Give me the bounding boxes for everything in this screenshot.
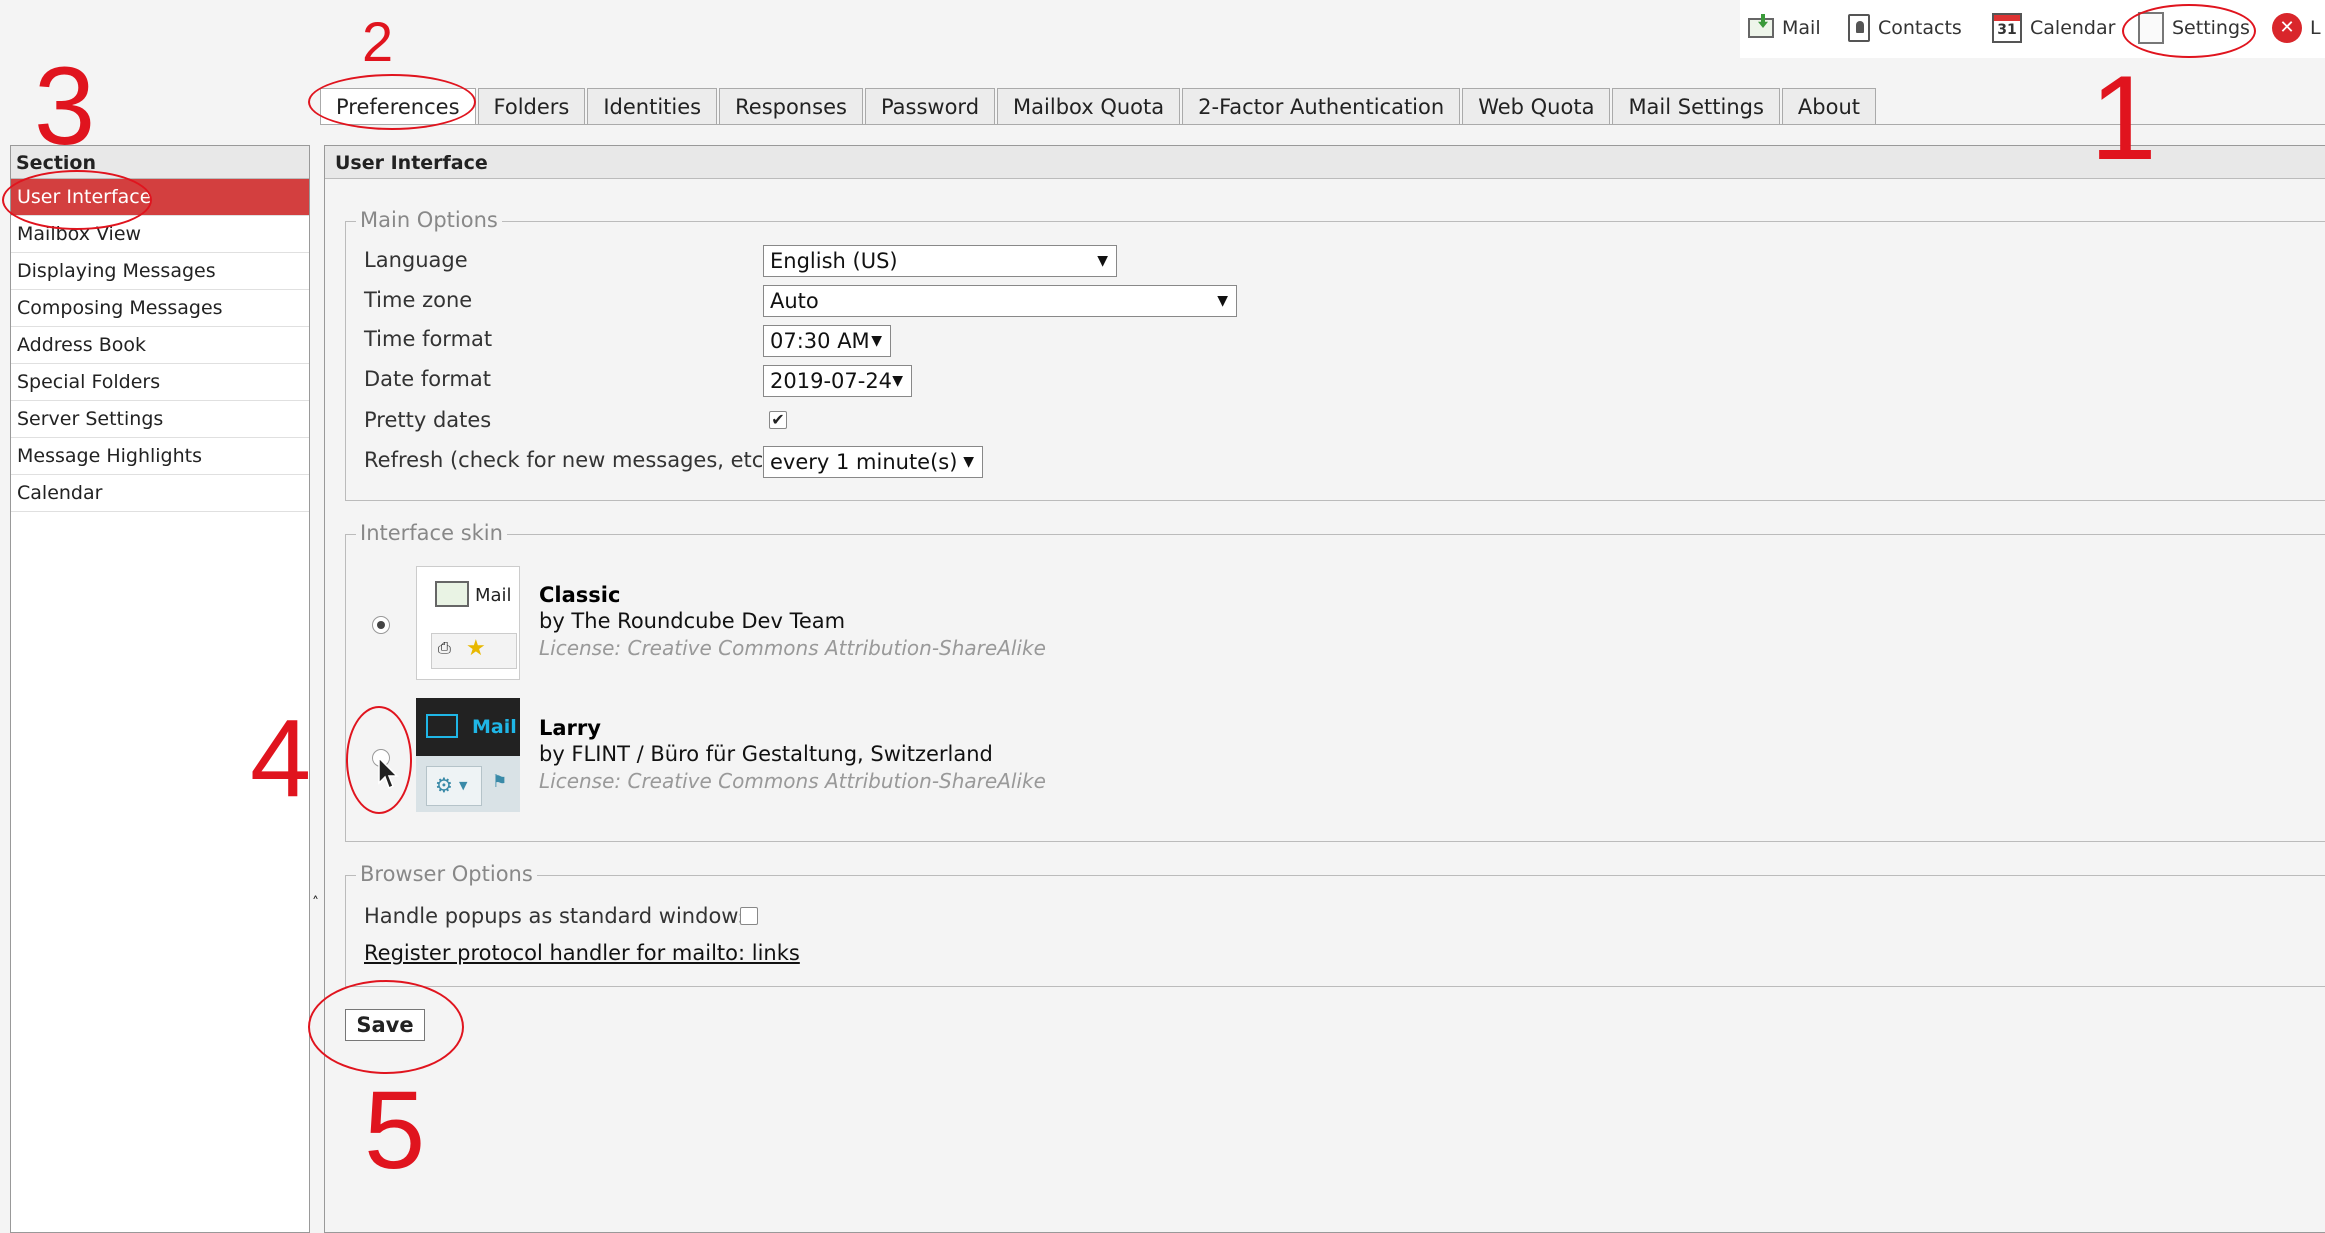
section-item-server-settings[interactable]: Server Settings: [11, 401, 309, 438]
main-options-legend: Main Options: [356, 208, 502, 232]
tab-mailbox-quota[interactable]: Mailbox Quota: [997, 88, 1181, 124]
skin-larry-author: by FLINT / Büro für Gestaltung, Switzerl…: [539, 742, 993, 766]
annotation-number-1: 1: [2090, 51, 2157, 185]
classic-thumb-mail-label: Mail: [475, 585, 512, 606]
annotation-number-4: 4: [250, 697, 312, 820]
skin-classic-author: by The Roundcube Dev Team: [539, 609, 846, 633]
refresh-label: Refresh (check for new messages, etc.): [364, 448, 779, 472]
contacts-icon: [1848, 14, 1870, 42]
mail-icon: [1748, 18, 1774, 38]
chevron-down-icon: ▼: [1217, 293, 1228, 309]
time-format-value: 07:30 AM: [770, 329, 870, 353]
interface-skin-legend: Interface skin: [356, 521, 507, 545]
time-format-label: Time format: [364, 327, 493, 351]
refresh-value: every 1 minute(s): [770, 450, 958, 474]
popups-checkbox[interactable]: [740, 907, 758, 925]
date-format-select[interactable]: 2019-07-24 ▼: [763, 365, 912, 397]
flag-icon: ⚑: [492, 772, 508, 792]
section-panel: Section User Interface Mailbox View Disp…: [10, 145, 310, 1233]
settings-tabs: Preferences Folders Identities Responses…: [320, 88, 1878, 126]
classic-skin-thumbnail: Mail ⎙ ★: [416, 566, 520, 680]
skin-classic-license: License: Creative Commons Attribution-Sh…: [539, 636, 1046, 660]
popups-label: Handle popups as standard windows: [364, 904, 750, 928]
annotation-ellipse-save: [308, 980, 464, 1074]
logout-icon: ✕: [2272, 13, 2302, 43]
language-value: English (US): [770, 249, 898, 273]
larry-thumb-mail-label: Mail: [472, 716, 517, 738]
annotation-number-5: 5: [364, 1069, 426, 1192]
taskbar-contacts-button[interactable]: Contacts: [1848, 10, 1962, 46]
classic-thumb-toolbar: ⎙ ★: [431, 633, 517, 669]
annotation-number-3: 3: [34, 45, 96, 168]
refresh-select[interactable]: every 1 minute(s) ▼: [763, 446, 983, 478]
language-label: Language: [364, 248, 468, 272]
tab-2fa[interactable]: 2-Factor Authentication: [1182, 88, 1461, 124]
mail-icon: [435, 581, 469, 607]
browser-options-legend: Browser Options: [356, 862, 537, 886]
preferences-header: User Interface: [325, 146, 2325, 179]
annotation-ellipse-preferences: [308, 74, 476, 130]
section-item-displaying-messages[interactable]: Displaying Messages: [11, 253, 309, 290]
tab-web-quota[interactable]: Web Quota: [1462, 88, 1611, 124]
section-item-address-book[interactable]: Address Book: [11, 327, 309, 364]
larry-thumb-button: ⚙ ▼: [426, 766, 482, 806]
section-item-composing-messages[interactable]: Composing Messages: [11, 290, 309, 327]
date-format-label: Date format: [364, 367, 491, 391]
pretty-dates-label: Pretty dates: [364, 408, 492, 432]
timezone-label: Time zone: [364, 288, 473, 312]
tab-identities[interactable]: Identities: [587, 88, 718, 124]
language-select[interactable]: English (US) ▼: [763, 245, 1117, 277]
annotation-ellipse-user-interface: [2, 170, 152, 230]
section-item-calendar[interactable]: Calendar: [11, 475, 309, 512]
annotation-ellipse-settings: [2122, 4, 2256, 58]
chevron-down-icon: ▼: [459, 779, 468, 792]
time-format-select[interactable]: 07:30 AM ▼: [763, 325, 891, 357]
chevron-down-icon: ▼: [1097, 253, 1108, 269]
tab-responses[interactable]: Responses: [719, 88, 863, 124]
chevron-down-icon: ▼: [892, 373, 903, 389]
tab-folders[interactable]: Folders: [477, 88, 586, 124]
timezone-value: Auto: [770, 289, 819, 313]
taskbar-logout-label: L: [2310, 17, 2321, 39]
gear-icon: ⚙: [435, 773, 453, 797]
mail-icon: [426, 714, 458, 738]
skin-classic-radio[interactable]: [372, 616, 390, 634]
star-icon: ★: [466, 636, 486, 661]
date-format-value: 2019-07-24: [770, 369, 893, 393]
chevron-down-icon: ▼: [963, 454, 974, 470]
compose-icon: ⎙: [438, 638, 451, 657]
skin-classic-name: Classic: [539, 583, 621, 607]
tab-divider: [320, 124, 2325, 125]
tab-about[interactable]: About: [1781, 88, 1876, 124]
calendar-icon: 31: [1992, 13, 2022, 43]
panel-splitter-handle[interactable]: ˄: [312, 895, 320, 911]
tab-mail-settings[interactable]: Mail Settings: [1612, 88, 1780, 124]
annotation-number-2: 2: [362, 10, 394, 73]
timezone-select[interactable]: Auto ▼: [763, 285, 1237, 317]
larry-thumb-header: Mail: [416, 698, 520, 756]
taskbar-calendar-label: Calendar: [2030, 17, 2116, 39]
taskbar-contacts-label: Contacts: [1878, 17, 1962, 39]
taskbar-mail-button[interactable]: Mail: [1748, 10, 1821, 46]
section-item-message-highlights[interactable]: Message Highlights: [11, 438, 309, 475]
section-item-special-folders[interactable]: Special Folders: [11, 364, 309, 401]
taskbar-mail-label: Mail: [1782, 17, 1821, 39]
chevron-down-icon: ▼: [871, 333, 882, 349]
tab-password[interactable]: Password: [864, 88, 996, 124]
register-protocol-link[interactable]: Register protocol handler for mailto: li…: [364, 941, 800, 965]
taskbar-calendar-button[interactable]: 31 Calendar: [1992, 10, 2115, 46]
larry-thumb-toolbar: ⚙ ▼ ⚑: [416, 756, 520, 812]
taskbar-logout-button[interactable]: ✕ L: [2272, 10, 2321, 46]
skin-larry-name: Larry: [539, 716, 601, 740]
skin-larry-license: License: Creative Commons Attribution-Sh…: [539, 769, 1046, 793]
browser-options-fieldset: Browser Options: [345, 862, 2325, 987]
larry-skin-thumbnail: Mail ⚙ ▼ ⚑: [416, 698, 520, 812]
interface-skin-fieldset: Interface skin: [345, 521, 2325, 842]
pretty-dates-checkbox[interactable]: ✔: [769, 411, 787, 429]
annotation-ellipse-larry-radio: [346, 706, 412, 814]
